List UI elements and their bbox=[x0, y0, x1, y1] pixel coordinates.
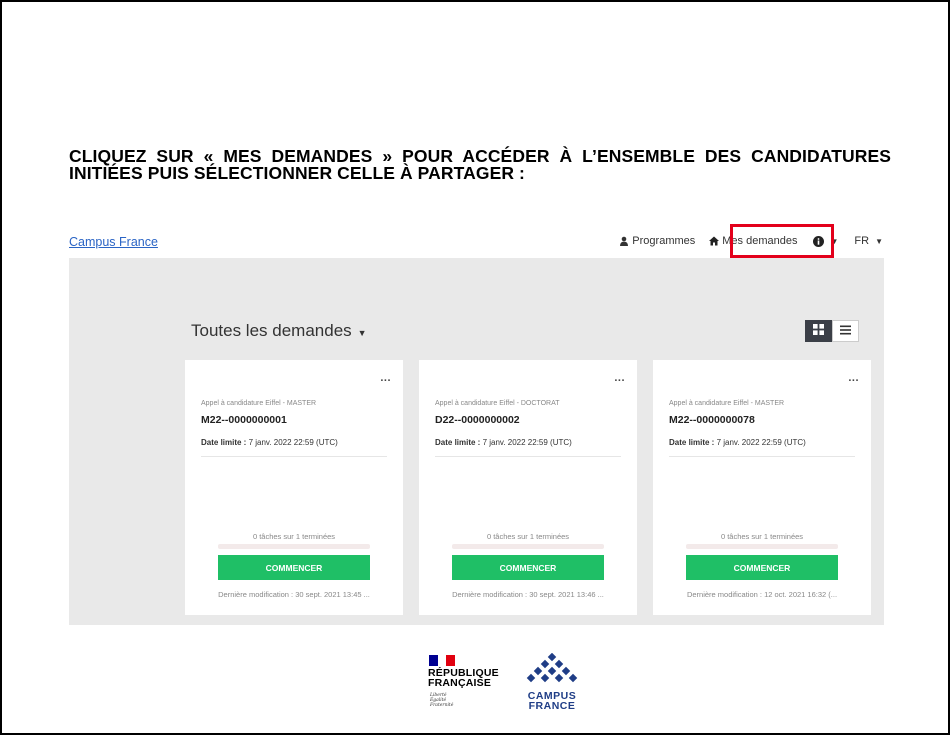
republique-francaise-logo: RÉPUBLIQUE FRANÇAISE Liberté Égalité Fra… bbox=[427, 655, 499, 725]
chevron-down-icon: ▼ bbox=[357, 327, 367, 338]
cf-title-line: FRANCE bbox=[528, 700, 576, 712]
slide-frame: CLIQUEZ SUR « MES DEMANDES » POUR ACCÉDE… bbox=[0, 0, 950, 735]
card-deadline-value: 7 janv. 2022 22:59 (UTC) bbox=[716, 438, 806, 447]
divider bbox=[435, 456, 621, 457]
card-menu-icon[interactable]: ... bbox=[614, 372, 625, 384]
card-programme: Appel à candidature Eiffel - MASTER bbox=[669, 400, 785, 407]
brand-link[interactable]: Campus France bbox=[69, 235, 158, 249]
language-dropdown[interactable]: FR ▼ bbox=[854, 235, 883, 247]
rf-title: RÉPUBLIQUE FRANÇAISE bbox=[428, 668, 499, 689]
grid-icon bbox=[813, 322, 824, 340]
card-deadline-label: Date limite : bbox=[669, 438, 715, 447]
rf-title-line: FRANÇAISE bbox=[428, 677, 492, 689]
view-toggle bbox=[805, 320, 859, 342]
language-label: FR bbox=[854, 235, 870, 247]
card-deadline: Date limite : 7 janv. 2022 22:59 (UTC) bbox=[669, 438, 806, 447]
flag-icon bbox=[429, 655, 456, 666]
cf-title: CAMPUS FRANCE bbox=[522, 691, 582, 712]
application-card[interactable]: ... Appel à candidature Eiffel - DOCTORA… bbox=[419, 360, 637, 615]
highlight-box bbox=[730, 224, 834, 258]
card-menu-icon[interactable]: ... bbox=[848, 372, 859, 384]
card-reference: M22--0000000001 bbox=[201, 414, 287, 426]
card-deadline: Date limite : 7 janv. 2022 22:59 (UTC) bbox=[435, 438, 572, 447]
app-navbar: Campus France Programmes Mes demandes ▼ bbox=[69, 224, 883, 258]
instruction-text: CLIQUEZ SUR « MES DEMANDES » POUR ACCÉDE… bbox=[69, 146, 891, 183]
campus-france-emblem-icon bbox=[526, 653, 578, 683]
application-card[interactable]: ... Appel à candidature Eiffel - MASTER … bbox=[185, 360, 403, 615]
card-deadline-value: 7 janv. 2022 22:59 (UTC) bbox=[482, 438, 572, 447]
progress-bar bbox=[452, 544, 604, 549]
list-icon bbox=[840, 322, 851, 340]
commencer-button[interactable]: COMMENCER bbox=[218, 555, 370, 580]
card-tasks: 0 tâches sur 1 terminées bbox=[486, 532, 570, 541]
rf-motto-line: Fraternité bbox=[430, 703, 454, 708]
card-deadline-label: Date limite : bbox=[201, 438, 247, 447]
grid-view-button[interactable] bbox=[805, 320, 832, 342]
nav-programmes-label: Programmes bbox=[632, 235, 696, 247]
list-view-button[interactable] bbox=[832, 320, 859, 342]
page-title: Toutes les demandes bbox=[191, 321, 352, 340]
card-tasks: 0 tâches sur 1 terminées bbox=[252, 532, 336, 541]
nav-programmes[interactable]: Programmes bbox=[619, 235, 695, 247]
card-menu-icon[interactable]: ... bbox=[380, 372, 391, 384]
home-icon bbox=[709, 236, 720, 246]
card-programme: Appel à candidature Eiffel - MASTER bbox=[201, 400, 317, 407]
progress-bar bbox=[686, 544, 838, 549]
main-content: Toutes les demandes ▼ ... Appel à candid… bbox=[69, 258, 884, 625]
card-last-modified: Dernière modification : 12 oct. 2021 16:… bbox=[686, 590, 838, 599]
commencer-button[interactable]: COMMENCER bbox=[452, 555, 604, 580]
rf-motto: Liberté Égalité Fraternité bbox=[430, 693, 453, 708]
card-tasks: 0 tâches sur 1 terminées bbox=[720, 532, 804, 541]
divider bbox=[669, 456, 855, 457]
user-icon bbox=[619, 236, 629, 246]
divider bbox=[201, 456, 387, 457]
card-reference: D22--0000000002 bbox=[435, 414, 520, 426]
card-reference: M22--0000000078 bbox=[669, 414, 755, 426]
card-last-modified: Dernière modification : 30 sept. 2021 13… bbox=[452, 590, 604, 599]
progress-bar bbox=[218, 544, 370, 549]
chevron-down-icon: ▼ bbox=[875, 236, 883, 246]
card-deadline-label: Date limite : bbox=[435, 438, 481, 447]
commencer-button[interactable]: COMMENCER bbox=[686, 555, 838, 580]
card-last-modified: Dernière modification : 30 sept. 2021 13… bbox=[218, 590, 370, 599]
demandes-filter-dropdown[interactable]: Toutes les demandes ▼ bbox=[191, 321, 367, 341]
card-deadline: Date limite : 7 janv. 2022 22:59 (UTC) bbox=[201, 438, 338, 447]
card-programme: Appel à candidature Eiffel - DOCTORAT bbox=[435, 400, 560, 407]
application-card[interactable]: ... Appel à candidature Eiffel - MASTER … bbox=[653, 360, 871, 615]
campus-france-logo: CAMPUS FRANCE bbox=[522, 653, 582, 719]
card-deadline-value: 7 janv. 2022 22:59 (UTC) bbox=[248, 438, 338, 447]
